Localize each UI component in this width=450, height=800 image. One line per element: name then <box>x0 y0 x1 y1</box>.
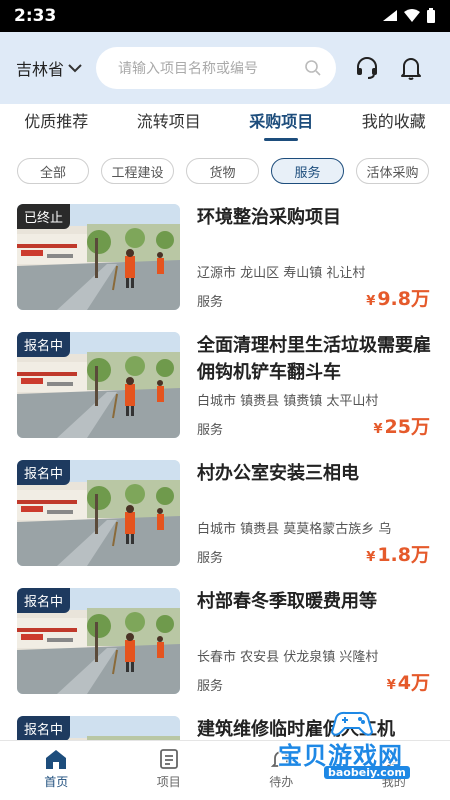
price-value: 25万 <box>384 416 430 438</box>
project-price: ¥9.8万 <box>366 284 430 311</box>
battery-icon <box>427 8 435 23</box>
project-title: 村部春冬季取暖费用等 <box>197 591 377 612</box>
project-card[interactable]: 报名中 村办公室安装三相电 白城市 镇赉县 莫莫格蒙古族乡 乌 服务 ¥1.8万 <box>0 452 450 580</box>
currency-symbol: ¥ <box>366 294 376 309</box>
project-thumbnail: 报名中 <box>17 460 180 566</box>
province-selector[interactable]: 吉林省 <box>16 56 82 80</box>
tab-recommended[interactable]: 优质推荐 <box>0 104 113 132</box>
nav-projects-label: 项目 <box>156 775 181 789</box>
project-icon <box>159 749 178 769</box>
project-location: 白城市 镇赉县 镇赉镇 太平山村 <box>197 394 379 409</box>
headset-icon <box>357 57 378 79</box>
project-price: ¥4万 <box>387 668 430 695</box>
tab-my-favorites[interactable]: 我的收藏 <box>338 104 450 132</box>
system-icons <box>382 8 436 24</box>
project-price: ¥1.8万 <box>366 540 430 567</box>
filter-construction[interactable]: 工程建设 <box>101 158 174 184</box>
project-title: 村办公室安装三相电 <box>197 463 359 484</box>
currency-symbol: ¥ <box>373 422 383 437</box>
search-input[interactable]: 请输入项目名称或编号 <box>96 47 337 89</box>
currency-symbol: ¥ <box>366 550 376 565</box>
project-category: 服务 <box>197 295 224 310</box>
filter-all[interactable]: 全部 <box>17 158 89 184</box>
nav-projects[interactable]: 项目 <box>113 741 226 800</box>
bell-icon <box>401 58 422 80</box>
project-thumbnail: 报名中 <box>17 588 180 694</box>
project-thumbnail: 报名中 <box>17 332 180 438</box>
currency-symbol: ¥ <box>386 678 396 693</box>
status-badge: 已终止 <box>17 204 71 229</box>
home-icon <box>46 750 67 769</box>
project-thumbnail: 已终止 <box>17 204 180 310</box>
project-thumbnail: 报名中 <box>17 716 180 740</box>
project-category: 服务 <box>197 551 224 566</box>
tab-procurement-projects[interactable]: 采购项目 <box>225 104 338 141</box>
filter-chips: 全部 工程建设 货物 服务 活体采购 <box>0 158 450 188</box>
project-price: ¥25万 <box>374 412 431 439</box>
project-card[interactable]: 已终止 环境整治采购项目 辽源市 龙山区 寿山镇 礼让村 服务 ¥9.8万 <box>0 196 450 324</box>
price-value: 1.8万 <box>377 544 430 566</box>
project-card[interactable]: 报名中 全面清理村里生活垃圾需要雇佣钩机铲车翻斗车 白城市 镇赉县 镇赉镇 太平… <box>0 324 450 452</box>
tab-transfer-projects[interactable]: 流转项目 <box>113 104 226 132</box>
search-placeholder: 请输入项目名称或编号 <box>118 61 259 77</box>
nav-home-label: 首页 <box>44 775 69 789</box>
project-card[interactable]: 报名中 村部春冬季取暖费用等 长春市 农安县 伏龙泉镇 兴隆村 服务 ¥4万 <box>0 580 450 708</box>
project-title: 全面清理村里生活垃圾需要雇佣钩机铲车翻斗车 <box>197 335 431 383</box>
app-header: 吉林省 请输入项目名称或编号 <box>0 32 450 104</box>
watermark-url: baobeiy.com <box>324 766 410 779</box>
status-bar: 2:33 <box>0 0 450 32</box>
price-value: 9.8万 <box>377 288 430 310</box>
status-badge: 报名中 <box>17 588 71 613</box>
wifi-icon <box>404 9 420 22</box>
notifications-button[interactable] <box>398 55 424 81</box>
signal-icon <box>383 10 397 21</box>
watermark: 宝贝游戏网 baobeiy.com <box>274 706 434 782</box>
status-time: 2:33 <box>14 6 57 26</box>
project-location: 白城市 镇赉县 莫莫格蒙古族乡 乌 <box>197 522 392 537</box>
project-category: 服务 <box>197 679 224 694</box>
province-label: 吉林省 <box>16 60 65 79</box>
filter-livestock[interactable]: 活体采购 <box>356 158 429 184</box>
customer-service-button[interactable] <box>354 55 380 81</box>
search-icon <box>305 60 321 76</box>
project-location: 辽源市 龙山区 寿山镇 礼让村 <box>197 266 366 281</box>
status-badge: 报名中 <box>17 716 71 740</box>
project-list: 已终止 环境整治采购项目 辽源市 龙山区 寿山镇 礼让村 服务 ¥9.8万 报名… <box>0 196 450 740</box>
filter-services[interactable]: 服务 <box>271 158 344 184</box>
category-tabs: 优质推荐 流转项目 采购项目 我的收藏 <box>0 104 450 148</box>
status-badge: 报名中 <box>17 332 71 357</box>
project-title: 环境整治采购项目 <box>197 207 341 228</box>
status-badge: 报名中 <box>17 460 71 485</box>
filter-goods[interactable]: 货物 <box>186 158 259 184</box>
gamepad-logo-icon <box>330 711 374 736</box>
price-value: 4万 <box>397 672 430 694</box>
nav-home[interactable]: 首页 <box>0 741 113 800</box>
project-location: 长春市 农安县 伏龙泉镇 兴隆村 <box>197 650 379 665</box>
chevron-down-icon <box>68 64 82 73</box>
project-category: 服务 <box>197 423 224 438</box>
